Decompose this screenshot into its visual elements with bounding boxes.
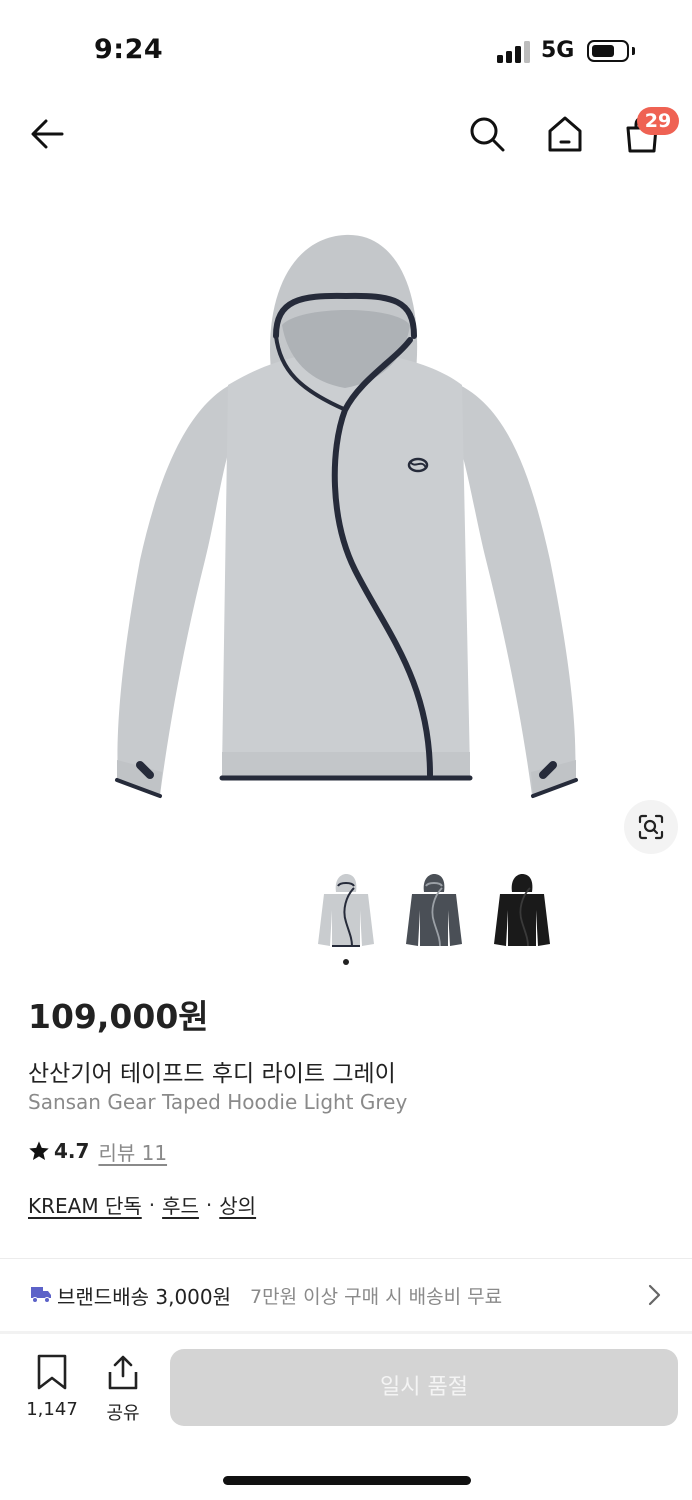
bookmark-button[interactable]: 1,147 [22, 1354, 82, 1420]
share-icon [108, 1355, 138, 1390]
tag-tops[interactable]: 상의 [219, 1190, 256, 1219]
rating-row: 4.7 리뷰 11 [28, 1137, 167, 1165]
lens-scan-icon [638, 814, 664, 840]
network-label: 5G [541, 38, 575, 63]
bookmark-icon [37, 1354, 67, 1390]
home-button[interactable] [543, 112, 587, 156]
share-button[interactable]: 공유 [93, 1354, 153, 1425]
hoodie-image [115, 234, 578, 798]
chevron-right-icon [648, 1284, 661, 1306]
image-search-button[interactable] [624, 800, 678, 854]
search-button[interactable] [465, 112, 509, 156]
bookmark-count: 1,147 [26, 1399, 78, 1420]
home-indicator [223, 1476, 471, 1485]
home-icon [548, 116, 582, 152]
shipping-info-row[interactable]: 브랜드배송 3,000원 7만원 이상 구매 시 배송비 무료 [0, 1259, 692, 1331]
thumbnail-light-grey[interactable] [310, 870, 382, 950]
battery-icon [587, 40, 635, 62]
star-icon [29, 1141, 49, 1160]
status-time: 9:24 [94, 34, 164, 65]
search-icon [470, 117, 505, 152]
tag-separator: · [148, 1192, 156, 1217]
tag-kream-exclusive[interactable]: KREAM 단독 [28, 1190, 142, 1219]
back-button[interactable] [26, 112, 70, 156]
soldout-button[interactable]: 일시 품절 [170, 1349, 678, 1426]
carousel-indicator-dot [343, 959, 349, 965]
thumbnail-charcoal[interactable] [398, 870, 470, 950]
tag-separator: · [205, 1192, 213, 1217]
rating-score: 4.7 [54, 1139, 90, 1163]
product-price: 109,000원 [28, 997, 209, 1036]
product-name-korean: 산산기어 테이프드 후디 라이트 그레이 [28, 1061, 396, 1087]
hoodie-thumbnail-charcoal [406, 874, 462, 947]
nav-bar [0, 100, 692, 170]
truck-icon [31, 1287, 51, 1303]
tag-hoodie[interactable]: 후드 [162, 1190, 199, 1219]
shipping-title: 브랜드배송 3,000원 [57, 1285, 232, 1309]
signal-icon [497, 41, 533, 63]
hoodie-thumbnail-black [494, 874, 550, 947]
thumbnail-black[interactable] [486, 870, 558, 950]
status-bar: 9:24 5G [0, 0, 692, 100]
product-name-english: Sansan Gear Taped Hoodie Light Grey [28, 1090, 408, 1114]
bottom-action-bar: 1,147 공유 일시 품절 [0, 1334, 692, 1444]
review-link[interactable]: 리뷰 11 [98, 1137, 167, 1166]
category-tags: KREAM 단독 · 후드 · 상의 [28, 1190, 256, 1219]
cart-count-badge: 29 [637, 107, 679, 135]
product-image[interactable] [0, 180, 692, 860]
hoodie-thumbnail-light-grey [318, 874, 374, 947]
share-label: 공유 [106, 1403, 140, 1424]
shipping-description: 7만원 이상 구매 시 배송비 무료 [250, 1286, 503, 1308]
back-arrow-icon [31, 119, 64, 149]
